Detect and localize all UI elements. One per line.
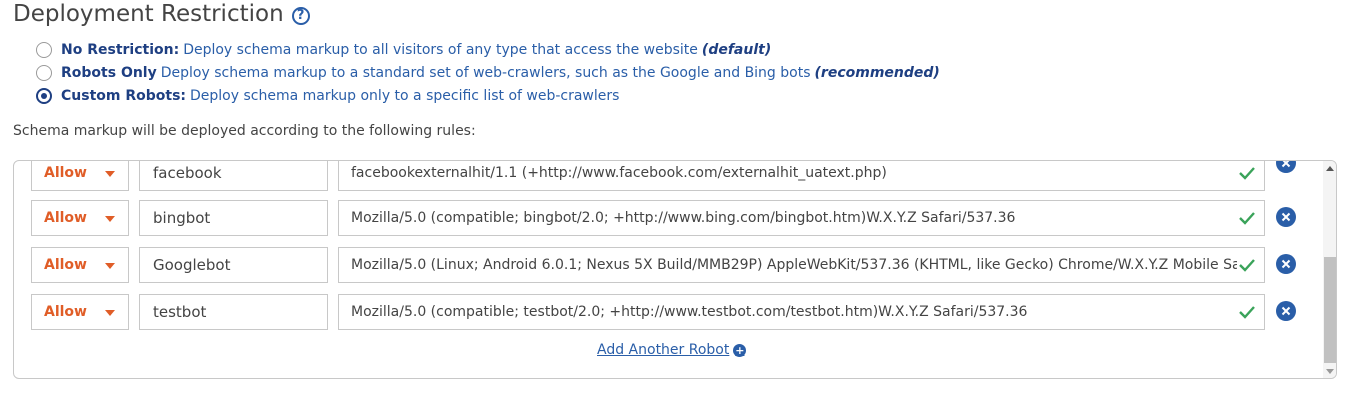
delete-rule-button[interactable]	[1276, 207, 1296, 227]
user-agent-input[interactable]: Mozilla/5.0 (compatible; testbot/2.0; +h…	[338, 294, 1265, 330]
action-select-value: Allow	[44, 210, 87, 226]
option-no-restriction[interactable]: No Restriction: Deploy schema markup to …	[36, 38, 940, 61]
checkmark-icon	[1239, 212, 1255, 225]
plus-circle-icon: +	[733, 343, 747, 357]
add-robot-label: Add Another Robot	[597, 342, 730, 358]
delete-rule-button[interactable]	[1276, 161, 1296, 173]
help-icon[interactable]: ?	[291, 6, 310, 25]
user-agent-value: facebookexternalhit/1.1 (+http://www.fac…	[351, 165, 887, 181]
checkmark-icon	[1239, 259, 1255, 272]
option-description: Deploy schema markup only to a specific …	[190, 87, 620, 104]
scrollbar-thumb[interactable]	[1324, 257, 1336, 363]
user-agent-value: Mozilla/5.0 (Linux; Android 6.0.1; Nexus…	[351, 257, 1237, 273]
caret-down-icon	[105, 310, 115, 316]
radio-robots-only[interactable]	[36, 64, 52, 81]
delete-rule-button[interactable]	[1276, 254, 1296, 274]
action-select-value: Allow	[44, 165, 87, 181]
section-title: Deployment Restriction ?	[13, 1, 310, 27]
robot-name-input[interactable]: bingbot	[139, 200, 328, 236]
scroll-up-icon[interactable]	[1326, 166, 1334, 171]
action-select[interactable]: Allow	[31, 294, 129, 330]
restriction-options: No Restriction: Deploy schema markup to …	[36, 38, 940, 107]
option-description: Deploy schema markup to all visitors of …	[183, 41, 698, 58]
radio-custom-robots[interactable]	[36, 87, 52, 104]
radio-no-restriction[interactable]	[36, 41, 52, 58]
option-name: No Restriction:	[61, 41, 180, 58]
option-note: (recommended)	[814, 64, 940, 81]
user-agent-input[interactable]: Mozilla/5.0 (compatible; bingbot/2.0; +h…	[338, 200, 1265, 236]
checkmark-icon	[1239, 167, 1255, 180]
option-note: (default)	[701, 41, 772, 58]
user-agent-input[interactable]: facebookexternalhit/1.1 (+http://www.fac…	[338, 161, 1265, 191]
action-select[interactable]: Allow	[31, 247, 129, 283]
action-select[interactable]: Allow	[31, 161, 129, 191]
action-select-value: Allow	[44, 304, 87, 320]
option-description: Deploy schema markup to a standard set o…	[160, 64, 811, 81]
user-agent-value: Mozilla/5.0 (compatible; bingbot/2.0; +h…	[351, 210, 1016, 226]
caret-down-icon	[105, 263, 115, 269]
action-select[interactable]: Allow	[31, 200, 129, 236]
rules-scrollbar[interactable]	[1323, 161, 1336, 378]
caret-down-icon	[105, 171, 115, 177]
section-title-text: Deployment Restriction	[13, 1, 284, 27]
rules-panel: Allow facebook facebookexternalhit/1.1 (…	[13, 160, 1337, 379]
checkmark-icon	[1239, 306, 1255, 319]
robot-name-input[interactable]: Googlebot	[139, 247, 328, 283]
delete-rule-button[interactable]	[1276, 301, 1296, 321]
close-icon	[1281, 212, 1291, 222]
user-agent-value: Mozilla/5.0 (compatible; testbot/2.0; +h…	[351, 304, 1028, 320]
close-icon	[1281, 259, 1291, 269]
user-agent-input[interactable]: Mozilla/5.0 (Linux; Android 6.0.1; Nexus…	[338, 247, 1265, 283]
caret-down-icon	[105, 216, 115, 222]
option-custom-robots[interactable]: Custom Robots: Deploy schema markup only…	[36, 84, 940, 107]
action-select-value: Allow	[44, 257, 87, 273]
robot-name-input[interactable]: facebook	[139, 161, 328, 191]
option-name: Robots Only	[61, 64, 157, 81]
robot-name-input[interactable]: testbot	[139, 294, 328, 330]
add-robot-link[interactable]: Add Another Robot +	[597, 342, 747, 358]
scroll-down-icon[interactable]	[1326, 369, 1334, 374]
close-icon	[1281, 306, 1291, 316]
close-icon	[1281, 161, 1291, 168]
option-robots-only[interactable]: Robots Only Deploy schema markup to a st…	[36, 61, 940, 84]
option-name: Custom Robots:	[61, 87, 187, 104]
rules-intro: Schema markup will be deployed according…	[13, 123, 476, 139]
